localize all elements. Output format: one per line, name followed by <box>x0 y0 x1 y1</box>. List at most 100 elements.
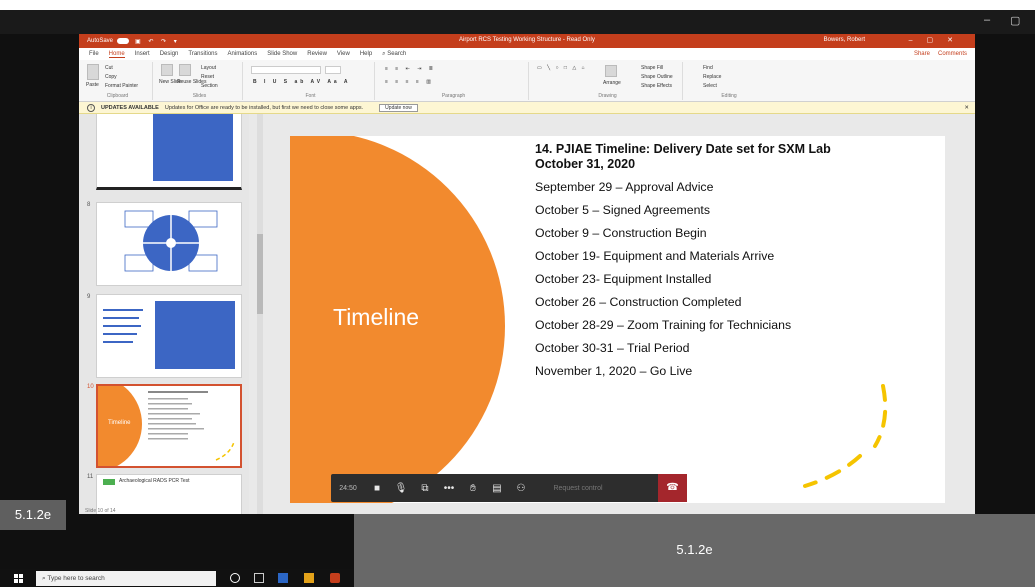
tab-slide-show[interactable]: Slide Show <box>267 51 297 57</box>
tab-insert[interactable]: Insert <box>135 51 150 57</box>
title-bar: AutoSave ▣ ↶ ↷ ▾ Airport RCS Testing Wor… <box>79 34 975 48</box>
slide-title-line-2: October 31, 2020 <box>535 157 636 171</box>
clipboard-group-label: Clipboard <box>106 93 129 99</box>
arrange-icon[interactable] <box>605 65 617 77</box>
timeline-thumbnail-graphic <box>79 376 235 472</box>
teams-taskbar-icon[interactable] <box>278 573 288 583</box>
windows-start-icon[interactable] <box>14 574 23 583</box>
slide-thumbnail-8[interactable] <box>96 202 242 286</box>
font-name-select[interactable] <box>251 66 321 74</box>
task-view-icon[interactable] <box>254 573 264 583</box>
shape-effects-button[interactable]: Shape Effects <box>641 83 672 89</box>
comments-button[interactable]: Comments <box>938 51 967 57</box>
format-painter-button[interactable]: Format Painter <box>105 83 138 89</box>
request-control-button[interactable]: Request control <box>533 485 623 492</box>
editing-group: Find Replace Select Editing <box>699 62 759 100</box>
update-notification-bar: i UPDATES AVAILABLE Updates for Office a… <box>79 102 975 114</box>
window-controls[interactable]: –▢✕ <box>909 36 967 44</box>
arrange-button[interactable]: Arrange <box>603 80 621 86</box>
copy-button[interactable]: Copy <box>105 74 117 80</box>
taskbar: ⌕ Type here to search <box>0 569 354 587</box>
update-now-button[interactable]: Update now <box>379 103 418 112</box>
user-name[interactable]: Bowers, Robert <box>824 37 865 43</box>
timeline-item: October 30-31 – Trial Period <box>535 341 690 355</box>
shapes-gallery[interactable]: ▭ ╲ ○ □ △ ⌂ <box>537 65 587 71</box>
minimize-icon[interactable]: – <box>984 14 990 26</box>
font-format-buttons[interactable]: B I U S ab AV Aa A <box>253 79 351 85</box>
cut-button[interactable]: Cut <box>105 65 113 71</box>
thumbnails-scrollbar[interactable] <box>257 114 263 514</box>
taskbar-search-input[interactable]: ⌕ Type here to search <box>36 571 216 586</box>
font-group: B I U S ab AV Aa A Font <box>247 62 375 100</box>
meeting-controls-bar: 24:50 ■ 🎙︎ ⧉ ••• ✋︎ ▤ ⚇ Request control … <box>331 474 687 502</box>
powerpoint-window: AutoSave ▣ ↶ ↷ ▾ Airport RCS Testing Wor… <box>79 34 975 514</box>
maximize-icon[interactable]: ▢ <box>1010 14 1020 27</box>
hang-up-button[interactable]: ☎︎ <box>658 474 687 502</box>
paragraph-group-label: Paragraph <box>441 93 466 99</box>
slide-thumbnail-9[interactable] <box>96 294 242 378</box>
microphone-icon[interactable]: 🎙︎ <box>389 483 413 494</box>
notification-title: UPDATES AVAILABLE <box>101 104 159 111</box>
paste-icon[interactable] <box>87 64 99 80</box>
align-buttons[interactable]: ≡ ≡ ≡ ≡ ▥ <box>385 79 434 85</box>
tab-home[interactable]: Home <box>108 51 125 58</box>
section-button[interactable]: Section <box>201 83 218 89</box>
thumbnail-graphic <box>155 301 235 369</box>
chat-icon[interactable]: ▤ <box>485 483 509 494</box>
drawing-group: ▭ ╲ ○ □ △ ⌂ Arrange Shape Fill Shape Out… <box>533 62 683 100</box>
camera-icon[interactable]: ■ <box>365 483 389 494</box>
tab-file[interactable]: File <box>89 51 99 57</box>
select-button[interactable]: Select <box>703 83 717 89</box>
shape-fill-button[interactable]: Shape Fill <box>641 65 663 71</box>
logo-icon <box>103 479 115 485</box>
close-icon[interactable]: ✕ <box>964 105 969 111</box>
scrollbar-thumb[interactable] <box>257 234 263 314</box>
list-buttons[interactable]: ≡ ≡ ⇤ ⇥ ≣ <box>385 66 436 72</box>
tab-animations[interactable]: Animations <box>228 51 258 57</box>
timeline-item: October 23- Equipment Installed <box>535 272 712 286</box>
info-icon: i <box>87 103 95 112</box>
slide-canvas[interactable]: Timeline 14. PJIAE Timeline: Delivery Da… <box>290 136 945 503</box>
file-explorer-icon[interactable] <box>304 573 314 583</box>
tab-help[interactable]: Help <box>360 51 372 57</box>
autosave-toggle[interactable]: AutoSave <box>87 38 130 44</box>
participants-icon[interactable]: ⚇ <box>509 483 533 494</box>
powerpoint-taskbar-icon[interactable] <box>330 573 340 583</box>
drawing-group-label: Drawing <box>598 93 617 99</box>
quick-access-icons[interactable]: ▣ ↶ ↷ ▾ <box>135 38 180 45</box>
slides-group-label: Slides <box>192 93 207 99</box>
reset-button[interactable]: Reset <box>201 74 214 80</box>
gray-overlay-panel: 5.1.2e <box>354 514 1035 587</box>
font-group-label: Font <box>305 93 316 99</box>
slide-thumbnail[interactable] <box>96 114 242 190</box>
overlay-label-center: 5.1.2e <box>676 542 713 557</box>
share-button[interactable]: Share <box>914 51 930 57</box>
slide-thumbnail-10-selected[interactable]: Timeline <box>79 376 242 472</box>
timeline-label: Timeline <box>333 304 420 330</box>
tab-design[interactable]: Design <box>160 51 179 57</box>
ribbon-tabs: File Home Insert Design Transitions Anim… <box>79 48 975 60</box>
search-tab[interactable]: ⌕ Search <box>382 51 406 58</box>
new-slide-icon[interactable] <box>161 64 173 76</box>
layout-button[interactable]: Layout <box>201 65 216 71</box>
raise-hand-icon[interactable]: ✋︎ <box>461 483 485 494</box>
cortana-icon[interactable] <box>230 573 240 583</box>
thumbnail-number: 11 <box>87 474 94 480</box>
replace-button[interactable]: Replace <box>703 74 721 80</box>
share-screen-icon[interactable]: ⧉ <box>413 483 437 494</box>
ribbon: Paste Cut Copy Format Painter Clipboard … <box>79 60 975 102</box>
font-size-select[interactable] <box>325 66 341 74</box>
circle-diagram <box>124 210 218 272</box>
thumbnail-number: 10 <box>87 384 94 390</box>
find-button[interactable]: Find <box>703 65 713 71</box>
tab-transitions[interactable]: Transitions <box>188 51 217 57</box>
reuse-slides-icon[interactable] <box>179 64 191 76</box>
more-options-icon[interactable]: ••• <box>437 483 461 494</box>
slide-thumbnail-11[interactable]: Archaeological RADS PCR Test <box>96 474 242 514</box>
shape-outline-button[interactable]: Shape Outline <box>641 74 673 80</box>
notification-text: Updates for Office are ready to be insta… <box>164 104 364 111</box>
paste-button[interactable]: Paste <box>86 82 99 88</box>
tab-review[interactable]: Review <box>307 51 327 57</box>
paragraph-group: ≡ ≡ ⇤ ⇥ ≣ ≡ ≡ ≡ ≡ ▥ Paragraph <box>379 62 529 100</box>
tab-view[interactable]: View <box>337 51 350 57</box>
